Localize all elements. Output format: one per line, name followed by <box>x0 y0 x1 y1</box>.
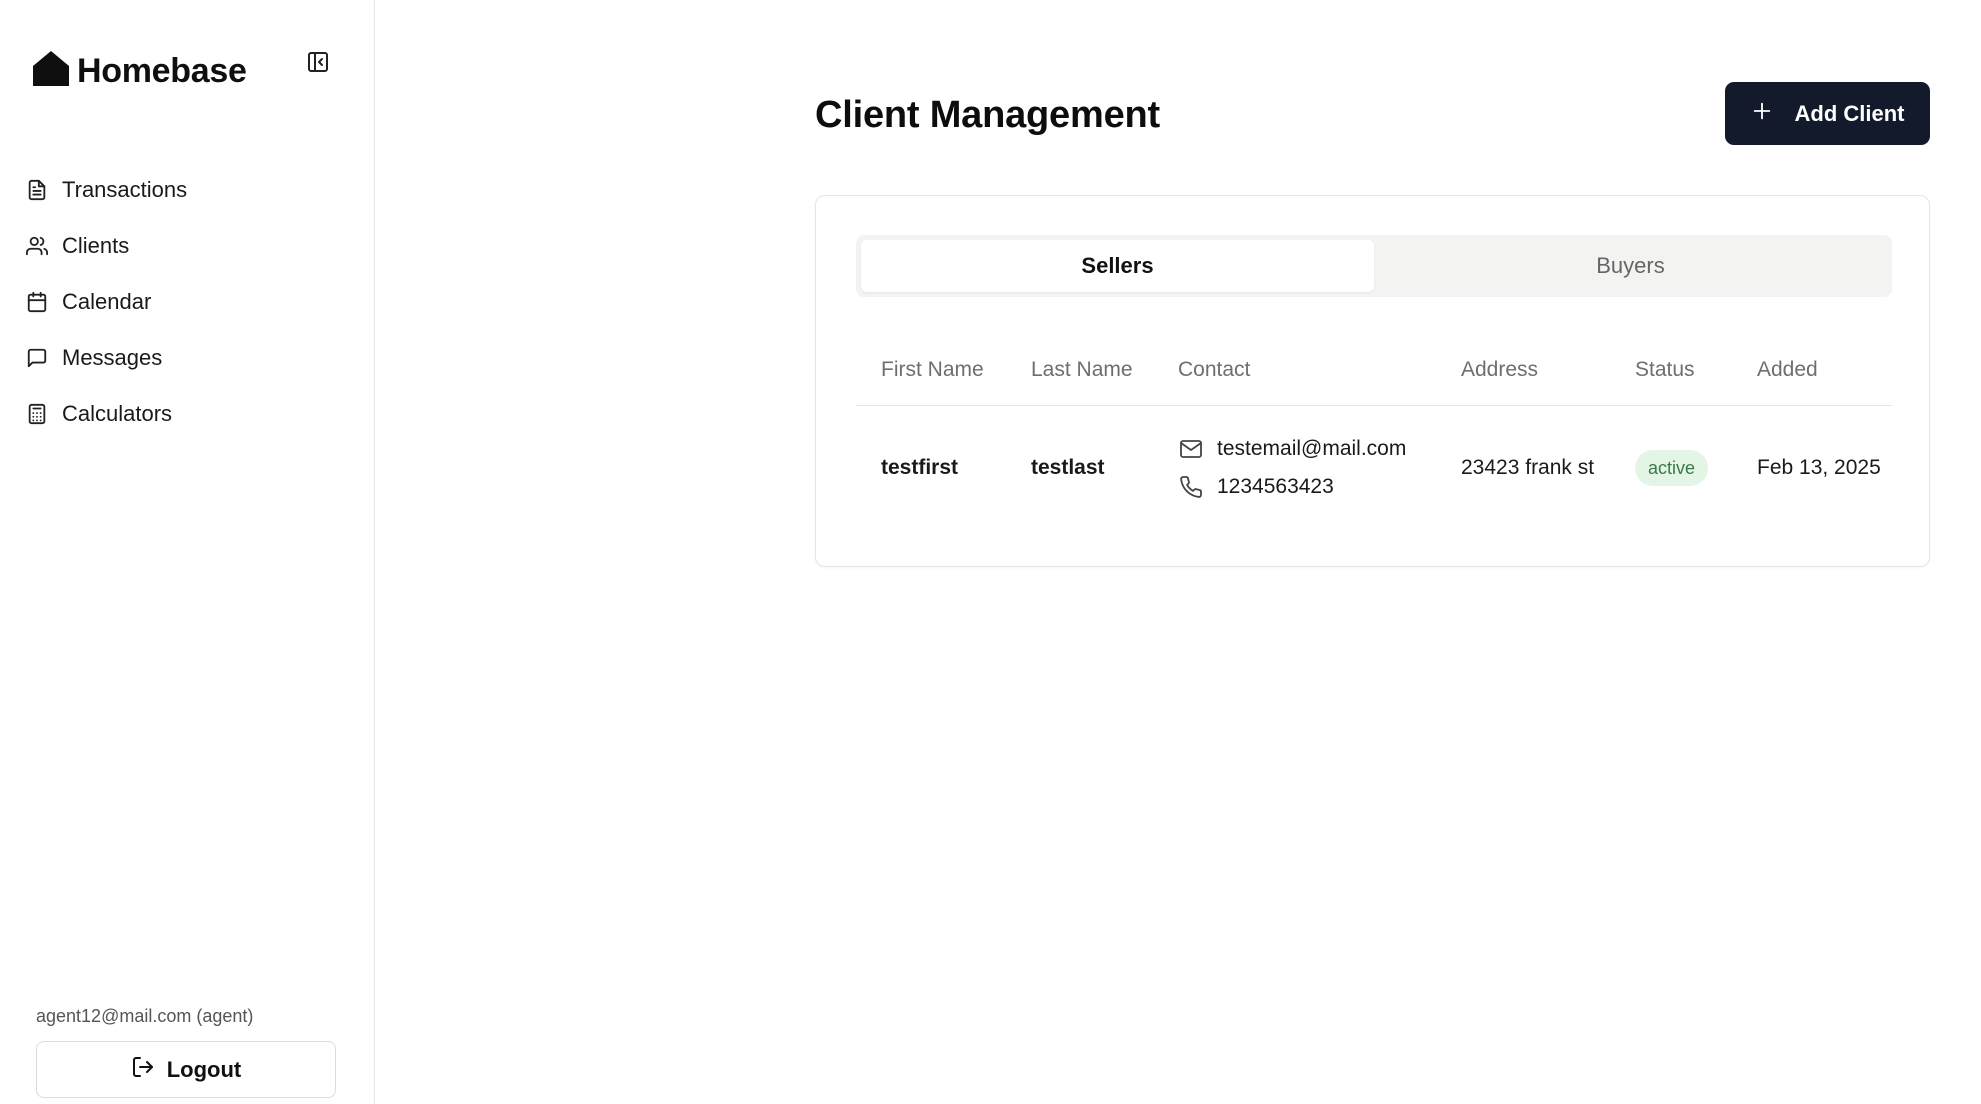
column-header-first-name[interactable]: First Name <box>856 354 1006 385</box>
table-header: First Name Last Name Contact Address Sta… <box>856 334 1892 406</box>
column-header-last-name[interactable]: Last Name <box>1006 354 1153 385</box>
column-header-status[interactable]: Status <box>1610 354 1732 385</box>
sidebar-item-calendar[interactable]: Calendar <box>25 274 355 330</box>
sidebar: Homebase Transactions Clients Calendar M… <box>0 0 375 1104</box>
collapse-sidebar-button[interactable] <box>304 50 332 78</box>
sidebar-nav: Transactions Clients Calendar Messages C… <box>25 162 355 442</box>
tab-buyers[interactable]: Buyers <box>1374 240 1887 292</box>
contact-email: testemail@mail.com <box>1178 430 1436 468</box>
cell-added: Feb 13, 2025 <box>1757 456 1881 479</box>
cell-last-name: testlast <box>1031 456 1105 479</box>
sidebar-item-calculators[interactable]: Calculators <box>25 386 355 442</box>
sidebar-item-label: Clients <box>62 233 130 258</box>
mail-icon <box>1178 436 1204 462</box>
users-icon <box>25 234 49 258</box>
message-square-icon <box>25 346 49 370</box>
sidebar-item-label: Transactions <box>62 177 188 202</box>
add-client-button[interactable]: Add Client <box>1725 82 1930 145</box>
sidebar-item-label: Calendar <box>62 289 152 314</box>
file-text-icon <box>25 178 49 202</box>
sidebar-item-label: Messages <box>62 345 163 370</box>
contact-phone: 1234563423 <box>1178 468 1436 506</box>
cell-address: 23423 frank st <box>1461 456 1595 479</box>
calculator-icon <box>25 402 49 426</box>
column-header-contact[interactable]: Contact <box>1153 354 1436 385</box>
user-email: agent12@mail.com (agent) <box>36 1006 254 1026</box>
house-icon <box>31 49 71 87</box>
tab-sellers[interactable]: Sellers <box>861 240 1374 292</box>
column-header-address[interactable]: Address <box>1436 354 1610 385</box>
calendar-icon <box>25 290 49 314</box>
sidebar-item-clients[interactable]: Clients <box>25 218 355 274</box>
phone-icon <box>1178 474 1204 500</box>
add-client-label: Add Client <box>1794 100 1905 126</box>
sidebar-item-transactions[interactable]: Transactions <box>25 162 355 218</box>
sidebar-item-messages[interactable]: Messages <box>25 330 355 386</box>
brand-logo[interactable]: Homebase <box>31 44 247 91</box>
panel-left-close-icon <box>306 50 330 79</box>
table-row[interactable]: testfirst testlast testemail@mail.com 12… <box>856 406 1892 530</box>
logout-label: Logout <box>166 1056 242 1082</box>
cell-contact: testemail@mail.com 1234563423 <box>1153 430 1436 506</box>
clients-card: Sellers Buyers First Name Last Name Cont… <box>815 195 1930 567</box>
cell-first-name: testfirst <box>881 456 959 479</box>
cell-status: active <box>1610 450 1732 486</box>
logout-button[interactable]: Logout <box>36 1041 336 1098</box>
email-text: testemail@mail.com <box>1217 437 1407 460</box>
sidebar-item-label: Calculators <box>62 401 173 426</box>
log-out-icon <box>131 1055 155 1084</box>
phone-text: 1234563423 <box>1217 475 1334 498</box>
client-type-tabs: Sellers Buyers <box>856 235 1892 297</box>
plus-icon <box>1751 100 1773 127</box>
status-badge: active <box>1635 450 1709 486</box>
column-header-added[interactable]: Added <box>1732 354 1892 385</box>
brand-name: Homebase <box>77 52 247 90</box>
clients-table: First Name Last Name Contact Address Sta… <box>856 334 1892 530</box>
page-title: Client Management <box>815 94 1160 136</box>
